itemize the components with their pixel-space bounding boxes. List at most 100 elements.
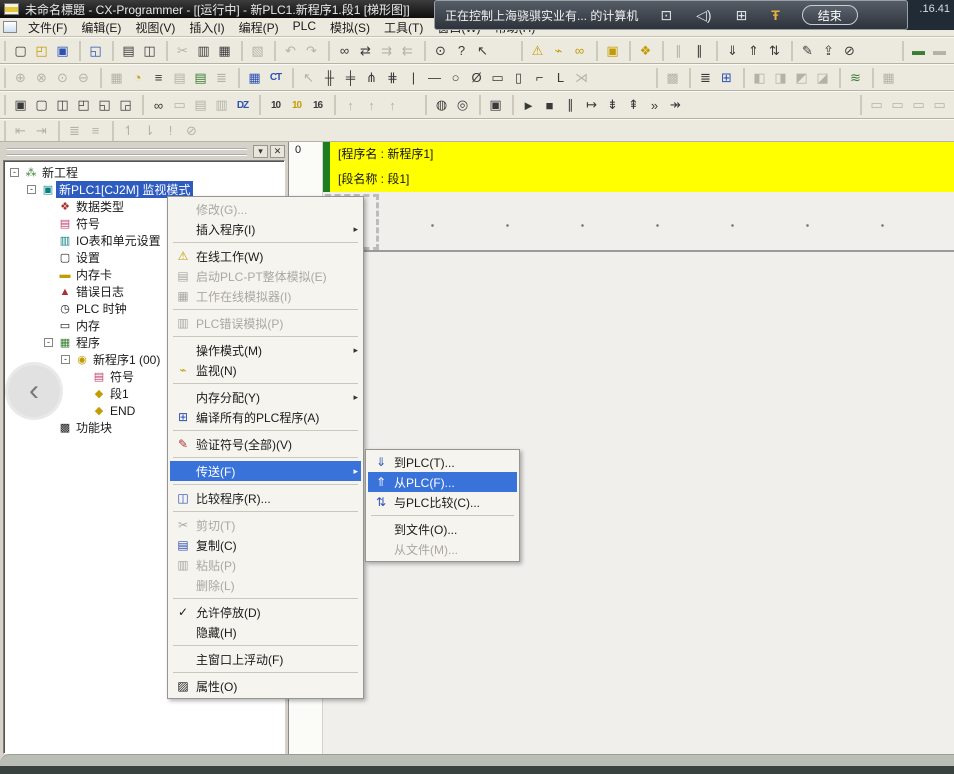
menu-item-operating-mode[interactable]: 操作模式(M)▸: [170, 340, 361, 360]
compress-rungs-icon[interactable]: ≣: [211, 68, 232, 88]
reset-tool-icon[interactable]: ⊘: [181, 121, 202, 141]
show-rung-list-icon[interactable]: ≡: [148, 68, 169, 88]
force-off-icon[interactable]: ↑: [361, 95, 382, 115]
menu-simulation[interactable]: 模拟(S): [323, 18, 377, 37]
simulator-online-icon[interactable]: ◍: [431, 95, 452, 115]
submenu-item-to-plc[interactable]: ⇓到PLC(T)...: [368, 452, 517, 472]
new-instruction-icon[interactable]: ⌐: [529, 68, 550, 88]
tree-expander-icon[interactable]: -: [10, 168, 19, 177]
menu-item-allow-docking[interactable]: ✓允许停放(D): [170, 602, 361, 622]
save-icon[interactable]: ▣: [52, 41, 73, 61]
new-function-icon[interactable]: ▭: [487, 68, 508, 88]
online-edit-begin-icon[interactable]: ✎: [797, 41, 818, 61]
plc-memory-window-icon[interactable]: ▭: [887, 95, 908, 115]
new-closed-function-icon[interactable]: ▯: [508, 68, 529, 88]
submenu-item-to-file[interactable]: 到文件(O)...: [368, 519, 517, 539]
menu-item-copy[interactable]: ▤复制(C): [170, 535, 361, 555]
screenshare-back-overlay[interactable]: ‹: [5, 362, 63, 420]
transfer-clear-icon[interactable]: ◪: [812, 68, 833, 88]
monitor-all-icon[interactable]: ∞: [569, 41, 590, 61]
plc-settings-window-icon[interactable]: ▭: [908, 95, 929, 115]
data-trace-icon[interactable]: ▦: [878, 68, 899, 88]
menu-item-monitor[interactable]: ⌁监视(N): [170, 360, 361, 380]
menu-item-insert-program[interactable]: 插入程序(I)▸: [170, 219, 361, 239]
menu-edit[interactable]: 编辑(E): [74, 18, 128, 37]
tree-expander-icon[interactable]: -: [61, 355, 70, 364]
new-or-closed-contact-icon[interactable]: ⋕: [382, 68, 403, 88]
submenu-item-compare-with-plc[interactable]: ⇅与PLC比较(C)...: [368, 492, 517, 512]
menu-item-compare-program[interactable]: ◫比较程序(R)...: [170, 488, 361, 508]
menu-item-transfer[interactable]: 传送(F)▸: [170, 461, 361, 481]
compile-icon[interactable]: ≣: [695, 68, 716, 88]
menu-item-work-online[interactable]: ⚠在线工作(W): [170, 246, 361, 266]
menu-item-start-plc-pt-sim[interactable]: ▤启动PLC-PT整体模拟(E): [170, 266, 361, 286]
speaker-icon[interactable]: ◁): [696, 7, 711, 24]
outdent-icon[interactable]: ⇥: [31, 121, 52, 141]
zoom-in-icon[interactable]: ⊕: [10, 68, 31, 88]
menu-item-float-in-main[interactable]: 主窗口上浮动(F): [170, 649, 361, 669]
menu-file[interactable]: 文件(F): [21, 18, 74, 37]
new-or-contact-icon[interactable]: ⋔: [361, 68, 382, 88]
sim-stop-icon[interactable]: ■: [539, 95, 560, 115]
new-closed-coil-icon[interactable]: Ø: [466, 68, 487, 88]
grid-toggle-icon[interactable]: ▦: [106, 68, 127, 88]
sim-continuous-icon[interactable]: »: [644, 95, 665, 115]
copy-icon[interactable]: ▥: [193, 41, 214, 61]
select-tool-icon[interactable]: ↖: [298, 68, 319, 88]
ct-view-icon[interactable]: CT: [265, 68, 286, 88]
zoom-100-icon[interactable]: ⊗: [31, 68, 52, 88]
menu-insert[interactable]: 插入(I): [182, 18, 231, 37]
line-connect-icon[interactable]: L: [550, 68, 571, 88]
print-preview-icon[interactable]: ◫: [139, 41, 160, 61]
menu-item-memory-allocation[interactable]: 内存分配(Y)▸: [170, 387, 361, 407]
find-icon[interactable]: ∞: [334, 41, 355, 61]
sim-run-icon[interactable]: ►: [518, 95, 539, 115]
monitor-hex-icon[interactable]: 16: [307, 95, 328, 115]
panel-menu-button[interactable]: ▾: [253, 145, 268, 158]
toggle-watch-window-icon[interactable]: ◫: [52, 95, 73, 115]
new-vertical-icon[interactable]: |: [403, 68, 424, 88]
sim-pause-icon[interactable]: ∥: [560, 95, 581, 115]
about-icon[interactable]: ⊙: [430, 41, 451, 61]
menu-item-work-online-simulator[interactable]: ▦工作在线模拟器(I): [170, 286, 361, 306]
menu-item-verify-symbols[interactable]: ✎验证符号(全部)(V): [170, 434, 361, 454]
program-check-icon[interactable]: ▩: [662, 68, 683, 88]
menu-programming[interactable]: 编程(P): [232, 18, 286, 37]
end-session-button[interactable]: 结束: [802, 5, 858, 25]
upload-from-plc-icon[interactable]: ⇑: [743, 41, 764, 61]
indent-icon[interactable]: ⇤: [10, 121, 31, 141]
submenu-item-from-file[interactable]: 从文件(M)...: [368, 539, 517, 559]
menu-item-plc-error-sim[interactable]: ▥PLC错误模拟(P): [170, 313, 361, 333]
toggle-cross-reference-icon[interactable]: ◰: [73, 95, 94, 115]
cut-icon[interactable]: ✂: [172, 41, 193, 61]
rung-comment-icon[interactable]: ▤: [190, 95, 211, 115]
help-icon[interactable]: ?: [451, 41, 472, 61]
online-edit-send-icon[interactable]: ⇪: [818, 41, 839, 61]
work-online-icon[interactable]: ⚠: [527, 41, 548, 61]
online-edit-release-icon[interactable]: ⊘: [839, 41, 860, 61]
redo-icon[interactable]: ↷: [301, 41, 322, 61]
menu-plc[interactable]: PLC: [286, 18, 323, 37]
transfer-from-icon[interactable]: ◨: [770, 68, 791, 88]
paste-rung-icon[interactable]: ▧: [247, 41, 268, 61]
find-next-icon[interactable]: ⇉: [376, 41, 397, 61]
immediate-refresh-icon[interactable]: !: [160, 121, 181, 141]
transfer-to-icon[interactable]: ◧: [749, 68, 770, 88]
mdi-child-icon[interactable]: [3, 21, 17, 33]
tree-item-new-project[interactable]: -⁂新工程: [4, 164, 284, 181]
invert-tool-icon[interactable]: ⋊: [571, 68, 592, 88]
pin-icon[interactable]: Ŧ: [771, 7, 780, 23]
panel-grip[interactable]: [7, 148, 247, 156]
hex-monitor-icon[interactable]: DZ: [232, 95, 253, 115]
force-cancel-icon[interactable]: ↑: [382, 95, 403, 115]
undo-icon[interactable]: ↶: [280, 41, 301, 61]
watch-icon[interactable]: ∞: [148, 95, 169, 115]
monitor-decimal-icon[interactable]: 10: [265, 95, 286, 115]
toggle-local-symbols-icon[interactable]: ◱: [94, 95, 115, 115]
menu-item-hide[interactable]: 隐藏(H): [170, 622, 361, 642]
mnemonic-view-icon[interactable]: ▦: [244, 68, 265, 88]
differentiate-down-icon[interactable]: ⇂: [139, 121, 160, 141]
tree-expander-icon[interactable]: -: [44, 338, 53, 347]
menu-tools[interactable]: 工具(T): [377, 18, 430, 37]
paste-icon[interactable]: ▦: [214, 41, 235, 61]
